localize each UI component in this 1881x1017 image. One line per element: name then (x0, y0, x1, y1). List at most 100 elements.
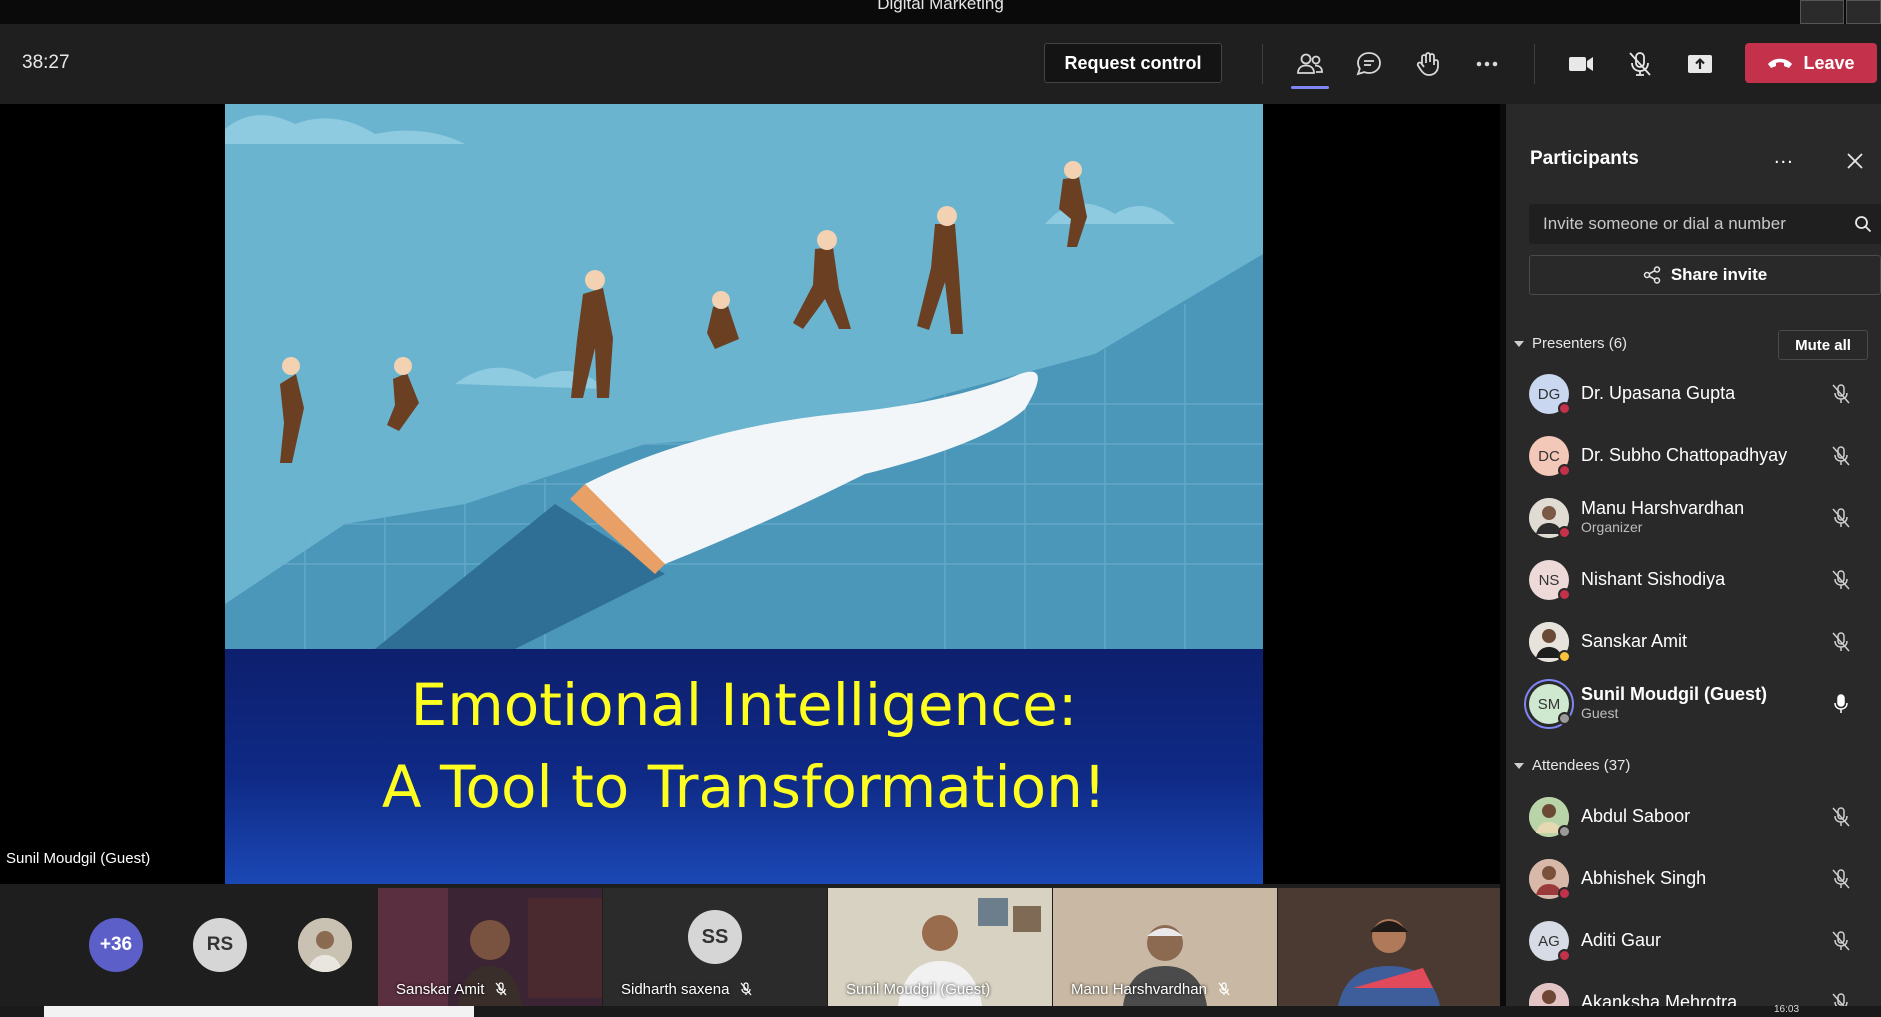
participant-row[interactable]: SM Sunil Moudgil (Guest) Guest (1506, 674, 1881, 736)
chevron-down-icon (1514, 762, 1524, 769)
participants-panel: Participants ... Share invite Presenters… (1506, 104, 1881, 1006)
slide-title-line-2: A Tool to Transformation! (381, 753, 1107, 821)
show-chat-button[interactable] (1347, 42, 1391, 86)
video-tile-sunil[interactable]: Sunil Moudgil (Guest) (828, 888, 1052, 1006)
status-idle-icon (1558, 650, 1571, 663)
attendees-section-toggle[interactable]: Attendees (37) (1514, 757, 1630, 774)
participant-row[interactable]: NS Nishant Sishodiya (1506, 550, 1881, 612)
tile-name: Sidharth saxena (621, 981, 753, 998)
more-actions-button[interactable] (1465, 42, 1509, 86)
status-away-icon (1558, 887, 1571, 900)
video-tile-sanskar[interactable]: Sanskar Amit (378, 888, 602, 1006)
avatar (1529, 983, 1569, 1006)
participant-name: Dr. Upasana Gupta (1581, 383, 1736, 403)
camera-toggle-button[interactable] (1559, 42, 1603, 86)
tile-name: Sanskar Amit (396, 981, 508, 998)
os-taskbar: 16:03 (0, 1004, 1881, 1017)
participant-avatar-ss: SS (688, 910, 742, 964)
mute-all-button[interactable]: Mute all (1778, 330, 1868, 360)
close-window-button[interactable] (1846, 0, 1881, 24)
restore-window-button[interactable] (1800, 0, 1844, 24)
mic-off-icon (1218, 982, 1230, 996)
leave-button[interactable]: Leave (1745, 43, 1877, 83)
avatar: AG (1529, 921, 1571, 962)
mic-off-icon[interactable] (1830, 383, 1852, 405)
people-icon (1297, 53, 1323, 74)
mic-off-icon[interactable] (1830, 631, 1852, 653)
taskbar-clock: 16:03 (1774, 1004, 1800, 1015)
mic-off-icon[interactable] (1830, 992, 1852, 1006)
participant-row[interactable]: Manu Harshvardhan Organizer (1506, 488, 1881, 550)
presentation-slide: Emotional Intelligence: A Tool to Transf… (225, 104, 1263, 884)
taskbar-search-area[interactable] (44, 1006, 474, 1017)
tile-name: Sunil Moudgil (Guest) (846, 981, 991, 998)
mic-off-icon (1629, 52, 1651, 76)
video-feed (1278, 888, 1500, 1006)
participant-avatar-rs[interactable]: RS (193, 918, 247, 972)
mic-off-icon (740, 982, 752, 996)
mic-off-icon[interactable] (1830, 930, 1852, 952)
participant-row[interactable]: Abhishek Singh (1506, 849, 1881, 911)
share-invite-button[interactable]: Share invite (1529, 255, 1881, 295)
video-tile-participant[interactable] (1278, 888, 1500, 1006)
participant-row[interactable]: Akanksha Mehrotra (1506, 973, 1881, 1006)
mic-off-icon[interactable] (1830, 507, 1852, 529)
participant-name: Sanskar Amit (1581, 631, 1688, 651)
participant-name: Abdul Saboor (1581, 806, 1691, 826)
invite-input[interactable] (1543, 204, 1843, 244)
toolbar-divider (1262, 44, 1263, 84)
avatar (1529, 797, 1571, 838)
toolbar-divider (1534, 44, 1535, 84)
mic-off-icon[interactable] (1830, 868, 1852, 890)
search-icon[interactable] (1854, 215, 1872, 233)
show-participants-button[interactable] (1288, 42, 1332, 86)
mic-toggle-button[interactable] (1618, 42, 1662, 86)
participant-avatar-photo[interactable] (298, 918, 352, 972)
window-title: Digital Marketing (877, 0, 1004, 13)
slide-title-line-1: Emotional Intelligence: (410, 671, 1078, 739)
leave-label: Leave (1803, 52, 1855, 73)
participant-role: Guest (1581, 705, 1619, 721)
tile-name: Manu Harshvardhan (1071, 981, 1231, 998)
video-tile-manu[interactable]: Manu Harshvardhan (1053, 888, 1277, 1006)
mic-on-icon[interactable] (1830, 693, 1852, 715)
avatar (1529, 622, 1571, 663)
person-photo-icon (298, 918, 352, 972)
raise-hand-button[interactable] (1406, 42, 1450, 86)
close-icon[interactable] (1846, 152, 1864, 170)
participant-row[interactable]: Sanskar Amit (1506, 612, 1881, 674)
participant-name: Abhishek Singh (1581, 868, 1707, 888)
more-participants-bubble[interactable]: +36 (89, 918, 143, 972)
panel-more-button[interactable]: ... (1774, 146, 1794, 169)
participant-row[interactable]: Abdul Saboor (1506, 787, 1881, 849)
status-away-icon (1558, 588, 1571, 601)
participant-name: Akanksha Mehrotra (1581, 992, 1738, 1006)
status-away-icon (1558, 949, 1571, 962)
mic-off-icon[interactable] (1830, 806, 1852, 828)
avatar (1529, 498, 1571, 539)
share-content-button[interactable] (1678, 42, 1722, 86)
status-away-icon (1558, 402, 1571, 415)
meeting-timer: 38:27 (22, 52, 70, 73)
chevron-down-icon (1514, 340, 1524, 347)
participant-row[interactable]: DG Dr. Upasana Gupta (1506, 364, 1881, 426)
presenters-section-toggle[interactable]: Presenters (6) (1514, 335, 1627, 352)
more-icon (1476, 61, 1498, 67)
video-tile-sidharth[interactable]: SS Sidharth saxena (603, 888, 827, 1006)
participant-row[interactable]: DC Dr. Subho Chattopadhyay (1506, 426, 1881, 488)
raise-hand-icon (1416, 52, 1439, 76)
participant-row[interactable]: AG Aditi Gaur (1506, 911, 1881, 973)
mic-off-icon[interactable] (1830, 445, 1852, 467)
participant-name: Nishant Sishodiya (1581, 569, 1726, 589)
participant-name: Manu Harshvardhan (1581, 498, 1745, 518)
request-control-button[interactable]: Request control (1044, 43, 1222, 83)
shared-screen-stage: Emotional Intelligence: A Tool to Transf… (0, 104, 1500, 884)
title-bar: Digital Marketing (0, 0, 1881, 24)
share-icon (1643, 266, 1661, 284)
teams-meeting-window: Digital Marketing 38:27 Request control (0, 0, 1881, 1017)
share-invite-label: Share invite (1670, 265, 1768, 284)
avatar: NS (1529, 560, 1571, 601)
avatar: SM (1529, 684, 1571, 725)
participant-name: Sunil Moudgil (Guest) (1581, 684, 1767, 704)
mic-off-icon[interactable] (1830, 569, 1852, 591)
